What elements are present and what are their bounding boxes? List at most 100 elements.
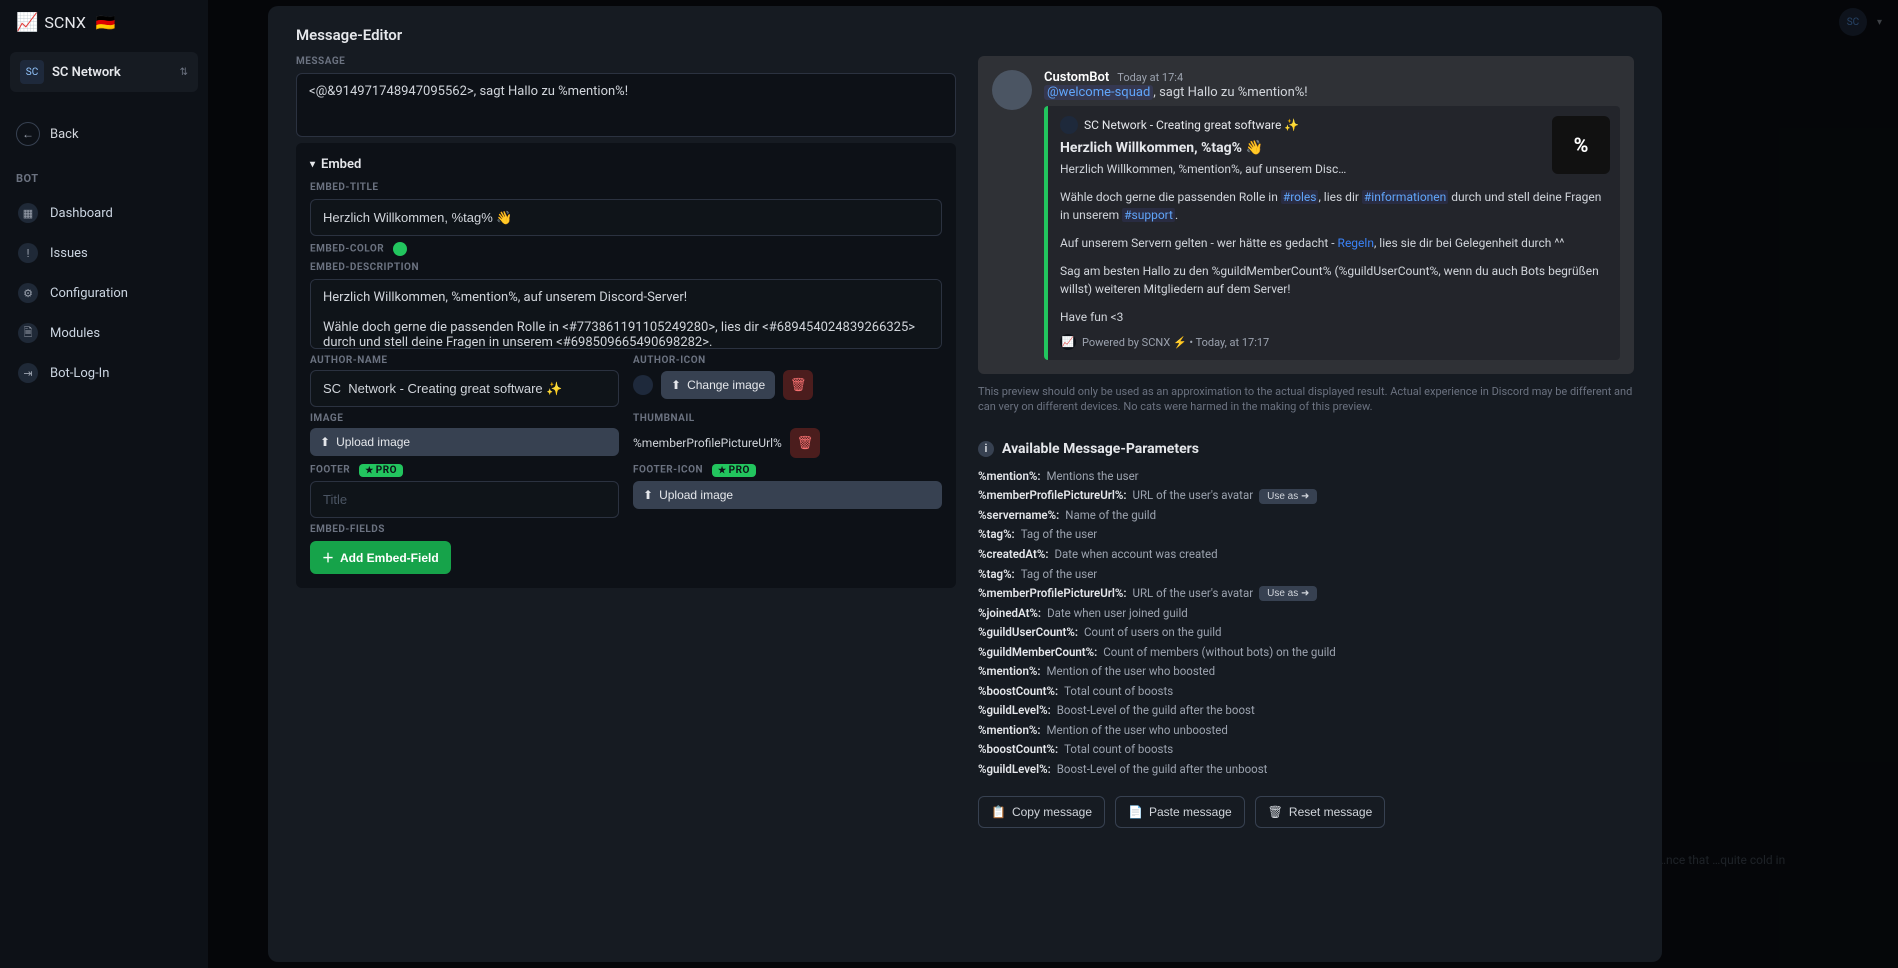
nav-label: Issues xyxy=(50,246,88,261)
message-preview-text: @welcome-squad, sagt Hallo zu %mention%! xyxy=(1044,85,1620,100)
add-embed-field-button[interactable]: ＋ Add Embed-Field xyxy=(310,541,451,574)
thumbnail-label: THUMBNAIL xyxy=(633,413,942,424)
parameter-row: %memberProfilePictureUrl%: URL of the us… xyxy=(978,486,1634,506)
updown-icon: ⇅ xyxy=(180,67,188,78)
back-button[interactable]: ← Back xyxy=(10,104,198,168)
author-icon-preview xyxy=(633,375,653,395)
discord-preview: CustomBot Today at 17:4 @welcome-squad, … xyxy=(978,56,1634,374)
embed-section: ▾ Embed EMBED-TITLE EMBED-COLOR EMBED-DE… xyxy=(296,143,956,588)
channel-link: #support xyxy=(1122,208,1175,222)
message-input[interactable]: <@&914971748947095562>, sagt Hallo zu %m… xyxy=(296,73,956,137)
parameter-desc: Count of users on the guild xyxy=(1084,623,1222,643)
timestamp: Today at 17:4 xyxy=(1117,71,1183,84)
copy-message-button[interactable]: 📋 Copy message xyxy=(978,796,1105,828)
flag-icon: 🇩🇪 xyxy=(96,13,116,32)
brand: 📈 SCNX 🇩🇪 xyxy=(16,12,116,33)
author-name-input[interactable] xyxy=(310,370,619,407)
channel-link: #informationen xyxy=(1362,190,1448,204)
message-label: MESSAGE xyxy=(296,56,956,67)
nav-bot-log-in[interactable]: ⇥ Bot-Log-In xyxy=(10,353,198,393)
preview-disclaimer: This preview should only be used as an a… xyxy=(978,384,1634,415)
nav-label: Bot-Log-In xyxy=(50,366,109,381)
parameter-row: %boostCount%: Total count of boosts xyxy=(978,682,1634,702)
nav-dashboard[interactable]: ▦ Dashboard xyxy=(10,193,198,233)
guild-selector[interactable]: SC SC Network ⇅ xyxy=(10,52,198,92)
pro-badge: PRO xyxy=(359,464,403,477)
paste-message-button[interactable]: 📄 Paste message xyxy=(1115,796,1245,828)
embed-toggle[interactable]: ▾ Embed xyxy=(310,157,942,172)
grid-icon: ▦ xyxy=(18,203,38,223)
sliders-icon: ⚙ xyxy=(18,283,38,303)
parameter-desc: Mention of the user who unboosted xyxy=(1047,721,1228,741)
use-as-button[interactable]: Use as ➜ xyxy=(1259,586,1317,601)
nav-configuration[interactable]: ⚙ Configuration xyxy=(10,273,198,313)
arrow-left-icon: ← xyxy=(16,122,40,146)
color-swatch[interactable] xyxy=(393,242,407,256)
embed-description-input[interactable]: Herzlich Willkommen, %mention%, auf unse… xyxy=(310,279,942,349)
parameter-row: %guildUserCount%: Count of users on the … xyxy=(978,623,1634,643)
nav-modules[interactable]: 🗎 Modules xyxy=(10,313,198,353)
reset-message-button[interactable]: 🗑 Reset message xyxy=(1255,796,1386,828)
guild-icon: SC xyxy=(20,60,44,84)
guild-name: SC Network xyxy=(52,65,172,80)
embed-preview: SC Network - Creating great software ✨ H… xyxy=(1044,106,1620,360)
parameter-row: %boostCount%: Total count of boosts xyxy=(978,740,1634,760)
clipboard-icon: 📄 xyxy=(1128,805,1143,819)
logo-icon: 📈 xyxy=(16,12,38,33)
footer-icon: 📈 xyxy=(1060,334,1076,350)
parameter-key: %boostCount%: xyxy=(978,682,1058,702)
parameter-row: %servername%: Name of the guild xyxy=(978,506,1634,526)
change-image-button[interactable]: ⬆ Change image xyxy=(661,371,775,399)
author-name-label: AUTHOR-NAME xyxy=(310,355,619,366)
parameter-key: %memberProfilePictureUrl%: xyxy=(978,486,1127,506)
author-icon xyxy=(1060,116,1078,134)
upload-footer-icon-button[interactable]: ⬆ Upload image xyxy=(633,481,942,509)
embed-line: Sag am besten Hallo zu den %guildMemberC… xyxy=(1060,262,1608,298)
nav-label: Modules xyxy=(50,326,100,341)
info-icon: i xyxy=(978,441,994,457)
parameter-row: %tag%: Tag of the user xyxy=(978,525,1634,545)
parameter-row: %mention%: Mention of the user who boost… xyxy=(978,662,1634,682)
trash-icon: 🗑 xyxy=(797,435,814,451)
parameter-desc: URL of the user's avatar xyxy=(1133,584,1254,604)
triangle-down-icon: ▾ xyxy=(310,159,315,170)
mention-chip: @welcome-squad xyxy=(1044,85,1153,100)
parameter-desc: Boost-Level of the guild after the unboo… xyxy=(1057,760,1268,780)
parameter-row: %createdAt%: Date when account was creat… xyxy=(978,545,1634,565)
parameter-key: %mention%: xyxy=(978,721,1041,741)
parameters-heading: i Available Message-Parameters xyxy=(978,441,1634,457)
nav-label: Configuration xyxy=(50,286,128,301)
footer-label: FOOTER PRO xyxy=(310,464,619,477)
parameter-key: %servername%: xyxy=(978,506,1059,526)
embed-author: SC Network - Creating great software ✨ xyxy=(1060,116,1608,134)
sidebar: SC SC Network ⇅ ← Back BOT ▦ Dashboard !… xyxy=(0,44,208,968)
bot-avatar xyxy=(992,70,1032,110)
preview-pane: CustomBot Today at 17:4 @welcome-squad, … xyxy=(978,56,1634,942)
embed-footer: 📈 Powered by SCNX ⚡ • Today, at 17:17 xyxy=(1060,334,1608,350)
parameter-key: %mention%: xyxy=(978,467,1041,487)
embed-title-input[interactable] xyxy=(310,199,942,236)
message-editor-modal: Message-Editor MESSAGE <@&91497174894709… xyxy=(268,6,1662,962)
upload-image-button[interactable]: ⬆ Upload image xyxy=(310,428,619,456)
editor-form: MESSAGE <@&914971748947095562>, sagt Hal… xyxy=(296,56,956,942)
footer-input[interactable] xyxy=(310,481,619,518)
parameter-desc: Total count of boosts xyxy=(1064,682,1173,702)
delete-thumbnail-button[interactable]: 🗑 xyxy=(790,428,820,458)
parameter-desc: URL of the user's avatar xyxy=(1133,486,1254,506)
embed-line: Herzlich Willkommen, %mention%, auf unse… xyxy=(1060,160,1608,178)
embed-thumbnail: % xyxy=(1552,116,1610,174)
plus-icon: ＋ xyxy=(322,549,334,566)
use-as-button[interactable]: Use as ➜ xyxy=(1259,489,1317,504)
delete-author-icon-button[interactable]: 🗑 xyxy=(783,370,813,400)
nav-issues[interactable]: ! Issues xyxy=(10,233,198,273)
parameter-desc: Boost-Level of the guild after the boost xyxy=(1057,701,1255,721)
upload-icon: ⬆ xyxy=(643,488,653,502)
image-label: IMAGE xyxy=(310,413,619,424)
author-icon-label: AUTHOR-ICON xyxy=(633,355,942,366)
brand-text: SCNX xyxy=(44,13,86,32)
parameter-key: %guildLevel%: xyxy=(978,760,1051,780)
bot-name: CustomBot xyxy=(1044,70,1109,85)
embed-fields-label: EMBED-FIELDS xyxy=(310,524,942,535)
rules-link: Regeln xyxy=(1338,236,1374,250)
parameter-row: %guildMemberCount%: Count of members (wi… xyxy=(978,643,1634,663)
